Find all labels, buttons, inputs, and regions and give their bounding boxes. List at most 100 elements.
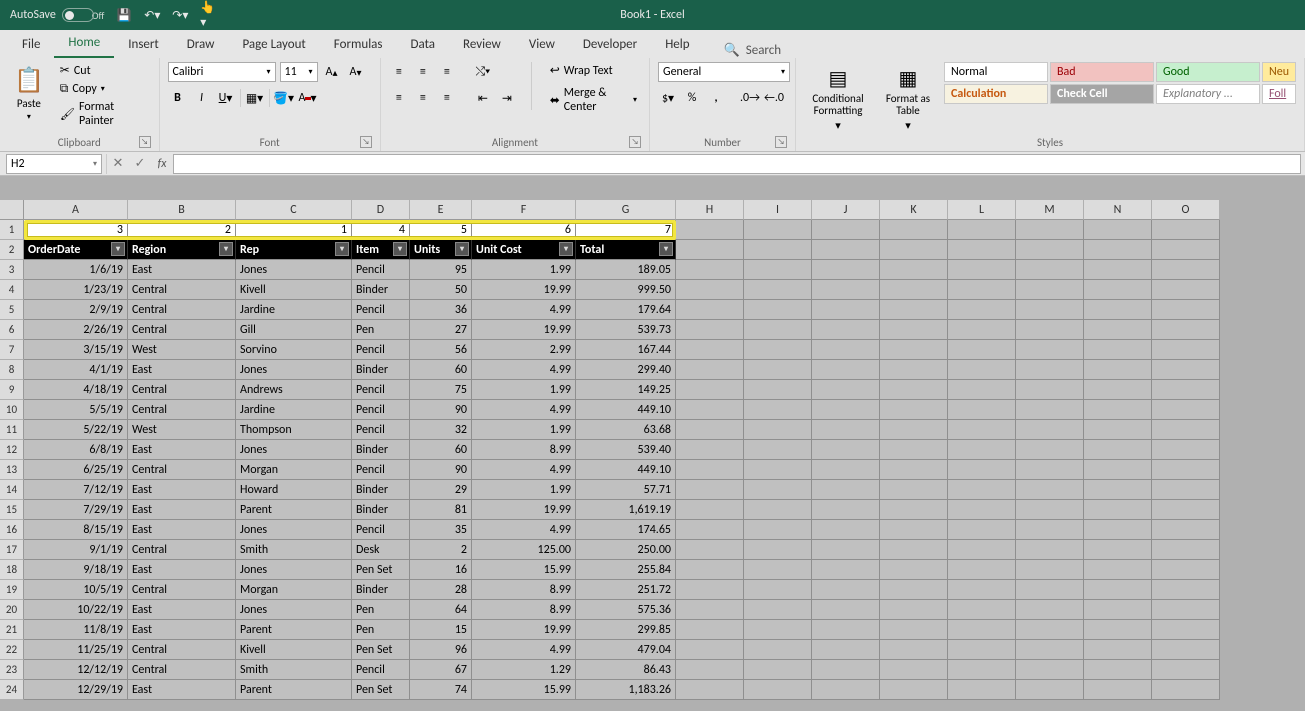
filter-dropdown-icon[interactable]: ▾ (393, 242, 407, 256)
cell-region[interactable]: Central (128, 580, 236, 600)
style-good[interactable]: Good (1156, 62, 1260, 82)
redo-icon[interactable]: ↷▾ (172, 7, 188, 23)
cell-H14[interactable] (676, 480, 744, 500)
cell-total[interactable]: 255.84 (576, 560, 676, 580)
cell-J21[interactable] (812, 620, 880, 640)
cell-item[interactable]: Pen Set (352, 680, 410, 700)
cell-unitcost[interactable]: 15.99 (472, 560, 576, 580)
cell-total[interactable]: 167.44 (576, 340, 676, 360)
cell-L10[interactable] (948, 400, 1016, 420)
cell-I22[interactable] (744, 640, 812, 660)
cell-J18[interactable] (812, 560, 880, 580)
cell-M4[interactable] (1016, 280, 1084, 300)
increase-decimal-button[interactable]: .0→ (740, 88, 760, 108)
cell-total[interactable]: 63.68 (576, 420, 676, 440)
align-left-button[interactable]: ≡ (389, 88, 409, 108)
number-format-combo[interactable]: General▾ (658, 62, 790, 82)
cell-M14[interactable] (1016, 480, 1084, 500)
cell-units[interactable]: 29 (410, 480, 472, 500)
tab-developer[interactable]: Developer (569, 33, 651, 58)
dialog-launcher-icon[interactable]: ↘ (360, 136, 372, 148)
cell-unitcost[interactable]: 8.99 (472, 440, 576, 460)
cell-units[interactable]: 64 (410, 600, 472, 620)
cell-orderdate[interactable]: 4/1/19 (24, 360, 128, 380)
cell-orderdate[interactable]: 2/26/19 (24, 320, 128, 340)
cell-unitcost[interactable]: 4.99 (472, 400, 576, 420)
row-header-13[interactable]: 13 (0, 460, 24, 480)
cell-rep[interactable]: Morgan (236, 580, 352, 600)
cell-N23[interactable] (1084, 660, 1152, 680)
col-header-D[interactable]: D (352, 200, 410, 220)
cell-K5[interactable] (880, 300, 948, 320)
cell-region[interactable]: East (128, 680, 236, 700)
cell-I11[interactable] (744, 420, 812, 440)
cell-M3[interactable] (1016, 260, 1084, 280)
cell-J6[interactable] (812, 320, 880, 340)
cell-L18[interactable] (948, 560, 1016, 580)
table-header-orderdate[interactable]: OrderDate▾ (24, 240, 128, 260)
cell-H9[interactable] (676, 380, 744, 400)
cell-N24[interactable] (1084, 680, 1152, 700)
cell-I9[interactable] (744, 380, 812, 400)
cell-J16[interactable] (812, 520, 880, 540)
cell-I18[interactable] (744, 560, 812, 580)
cut-button[interactable]: ✂Cut (56, 62, 151, 79)
enter-formula-button[interactable]: ✓ (129, 154, 151, 174)
cell-J23[interactable] (812, 660, 880, 680)
cell-total[interactable]: 149.25 (576, 380, 676, 400)
cell-K11[interactable] (880, 420, 948, 440)
cell-K23[interactable] (880, 660, 948, 680)
align-center-button[interactable]: ≡ (413, 88, 433, 108)
style-calculation[interactable]: Calculation (944, 84, 1048, 104)
italic-button[interactable]: I (192, 88, 212, 108)
style-normal[interactable]: Normal (944, 62, 1048, 82)
row-header-16[interactable]: 16 (0, 520, 24, 540)
fx-icon[interactable]: fx (151, 157, 173, 171)
cell-rep[interactable]: Jones (236, 560, 352, 580)
cell-J19[interactable] (812, 580, 880, 600)
cell-O14[interactable] (1152, 480, 1220, 500)
cell-M19[interactable] (1016, 580, 1084, 600)
cell-N9[interactable] (1084, 380, 1152, 400)
cell-M5[interactable] (1016, 300, 1084, 320)
copy-button[interactable]: ⧉Copy▾ (56, 81, 151, 97)
table-header-rep[interactable]: Rep▾ (236, 240, 352, 260)
cell-O4[interactable] (1152, 280, 1220, 300)
cell-unitcost[interactable]: 2.99 (472, 340, 576, 360)
cell-J2[interactable] (812, 240, 880, 260)
cell-L8[interactable] (948, 360, 1016, 380)
cell-region[interactable]: West (128, 420, 236, 440)
cell-total[interactable]: 299.40 (576, 360, 676, 380)
cell-I23[interactable] (744, 660, 812, 680)
cell-units[interactable]: 50 (410, 280, 472, 300)
merge-center-button[interactable]: ⬌Merge & Center▾ (546, 85, 641, 115)
filter-dropdown-icon[interactable]: ▾ (335, 242, 349, 256)
cell-M12[interactable] (1016, 440, 1084, 460)
cell-N21[interactable] (1084, 620, 1152, 640)
cell-H17[interactable] (676, 540, 744, 560)
cell-N19[interactable] (1084, 580, 1152, 600)
align-bottom-button[interactable]: ≡ (437, 62, 457, 82)
cell-I8[interactable] (744, 360, 812, 380)
cell-I20[interactable] (744, 600, 812, 620)
cell-K14[interactable] (880, 480, 948, 500)
col-header-I[interactable]: I (744, 200, 812, 220)
table-header-total[interactable]: Total▾ (576, 240, 676, 260)
cell-I13[interactable] (744, 460, 812, 480)
cell-L11[interactable] (948, 420, 1016, 440)
cell-H21[interactable] (676, 620, 744, 640)
cell-N22[interactable] (1084, 640, 1152, 660)
tab-data[interactable]: Data (397, 33, 450, 58)
cell-L6[interactable] (948, 320, 1016, 340)
table-header-units[interactable]: Units▾ (410, 240, 472, 260)
cell-units[interactable]: 96 (410, 640, 472, 660)
cell-region[interactable]: West (128, 340, 236, 360)
cell-rep[interactable]: Parent (236, 500, 352, 520)
save-icon[interactable]: 💾 (116, 7, 132, 23)
row-header-15[interactable]: 15 (0, 500, 24, 520)
cell-N18[interactable] (1084, 560, 1152, 580)
format-painter-button[interactable]: 🖌Format Painter (56, 99, 151, 129)
cell-orderdate[interactable]: 6/25/19 (24, 460, 128, 480)
cell-item[interactable]: Pencil (352, 300, 410, 320)
cell-I14[interactable] (744, 480, 812, 500)
